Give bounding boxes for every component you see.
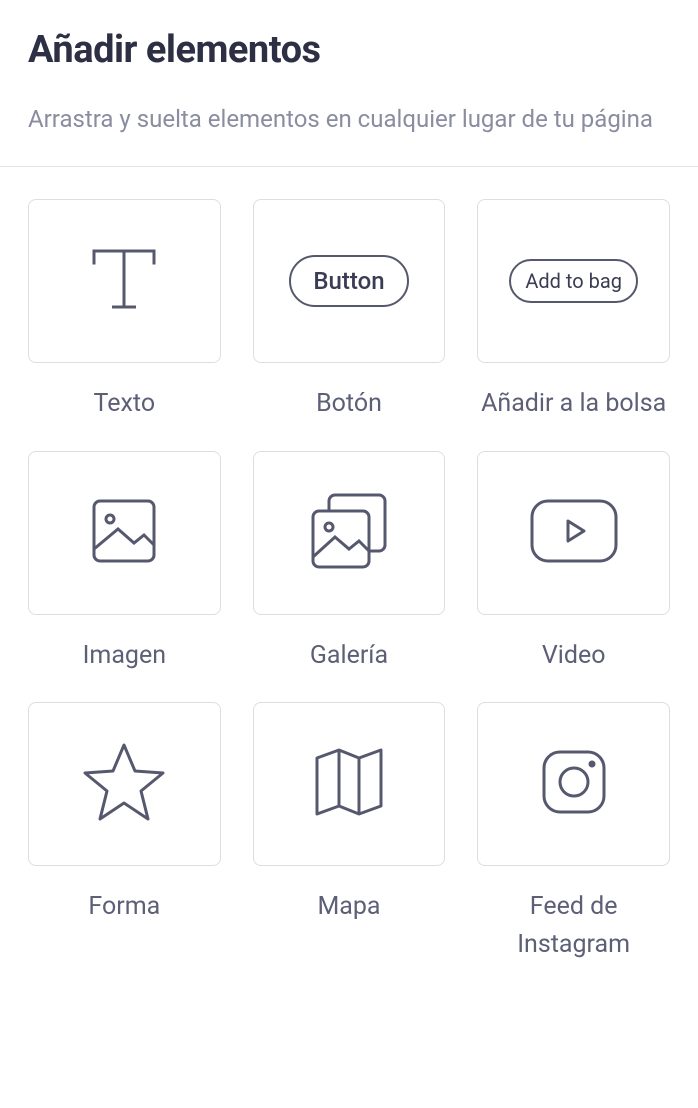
element-tile-text[interactable] bbox=[28, 199, 221, 363]
video-icon bbox=[526, 495, 622, 571]
element-label: Feed de Instagram bbox=[477, 888, 670, 963]
element-card-button: Button Botón bbox=[253, 199, 446, 423]
element-tile-button[interactable]: Button bbox=[253, 199, 446, 363]
element-tile-instagram[interactable] bbox=[477, 702, 670, 866]
element-card-text: Texto bbox=[28, 199, 221, 423]
text-icon bbox=[86, 243, 162, 319]
element-card-image: Imagen bbox=[28, 451, 221, 675]
element-card-map: Mapa bbox=[253, 702, 446, 963]
element-tile-map[interactable] bbox=[253, 702, 446, 866]
panel-header: Añadir elementos Arrastra y suelta eleme… bbox=[0, 0, 698, 167]
element-tile-shape[interactable] bbox=[28, 702, 221, 866]
element-label: Botón bbox=[316, 385, 382, 423]
element-card-shape: Forma bbox=[28, 702, 221, 963]
element-tile-video[interactable] bbox=[477, 451, 670, 615]
element-label: Texto bbox=[94, 385, 156, 423]
element-label: Añadir a la bolsa bbox=[481, 385, 666, 423]
element-card-video: Video bbox=[477, 451, 670, 675]
element-label: Forma bbox=[88, 888, 160, 926]
elements-grid: Texto Button Botón Add to bag Añadir a l… bbox=[0, 167, 698, 995]
add-to-bag-icon: Add to bag bbox=[509, 259, 638, 303]
image-icon bbox=[84, 491, 164, 575]
map-icon bbox=[305, 738, 393, 830]
panel-title: Añadir elementos bbox=[28, 28, 670, 72]
element-tile-add-to-bag[interactable]: Add to bag bbox=[477, 199, 670, 363]
star-icon bbox=[79, 737, 169, 831]
element-label: Imagen bbox=[83, 637, 166, 675]
element-tile-image[interactable] bbox=[28, 451, 221, 615]
panel-subtitle: Arrastra y suelta elementos en cualquier… bbox=[28, 100, 670, 138]
instagram-icon bbox=[534, 742, 614, 826]
element-label: Video bbox=[542, 637, 606, 675]
element-label: Galería bbox=[310, 637, 388, 675]
element-card-gallery: Galería bbox=[253, 451, 446, 675]
gallery-icon bbox=[303, 485, 395, 581]
element-tile-gallery[interactable] bbox=[253, 451, 446, 615]
element-card-add-to-bag: Add to bag Añadir a la bolsa bbox=[477, 199, 670, 423]
element-label: Mapa bbox=[317, 888, 380, 926]
button-icon: Button bbox=[289, 255, 408, 307]
element-card-instagram: Feed de Instagram bbox=[477, 702, 670, 963]
